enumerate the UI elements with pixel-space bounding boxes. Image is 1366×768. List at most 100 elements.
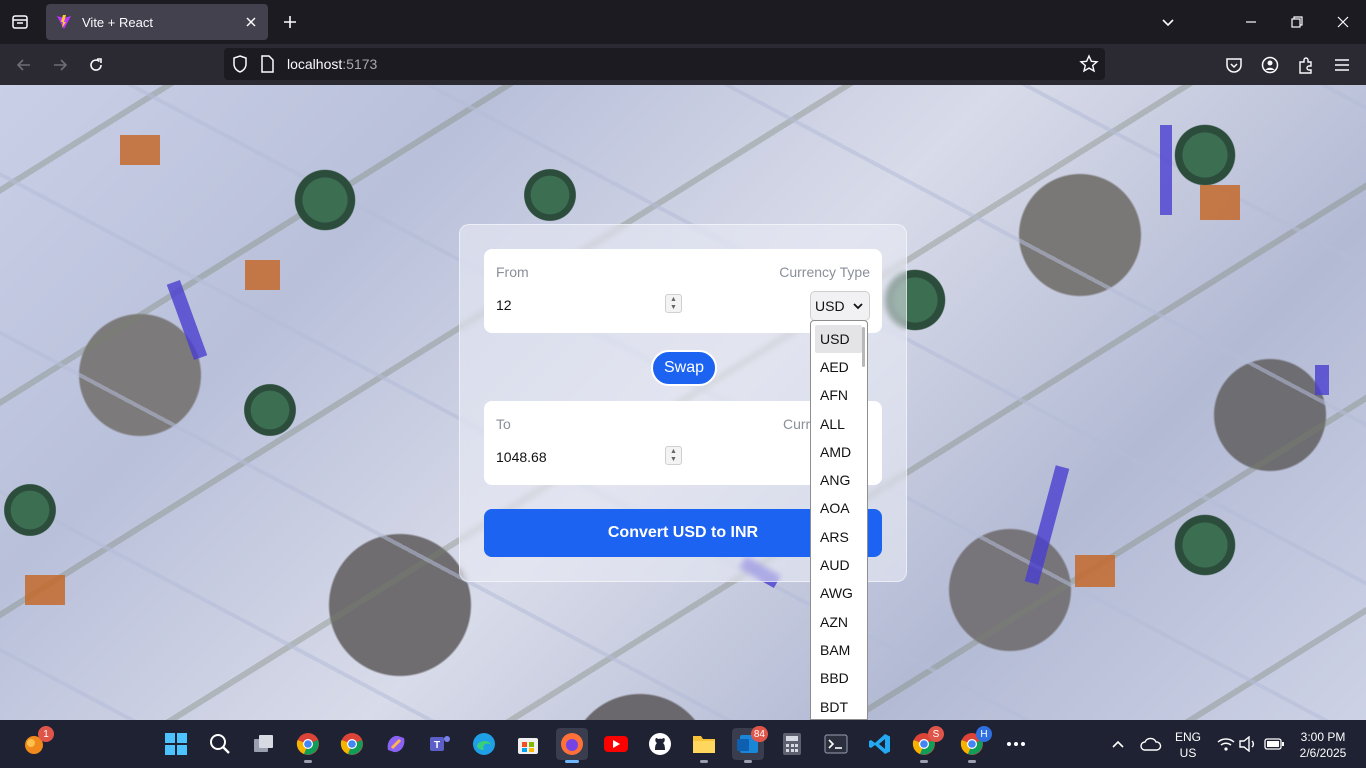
bill-stripe	[1200, 185, 1240, 220]
currency-option[interactable]: AUD	[811, 551, 867, 579]
bill-stripe	[25, 575, 65, 605]
chrome-icon[interactable]	[336, 728, 368, 760]
to-amount-input[interactable]: 1048.68	[496, 449, 547, 465]
tab-list-icon[interactable]	[8, 10, 32, 34]
youtube-icon[interactable]	[600, 728, 632, 760]
tab-overflow-chevron-icon[interactable]	[1154, 8, 1182, 36]
language-code: ENG	[1174, 730, 1201, 744]
swap-button[interactable]: Swap	[651, 350, 717, 386]
task-view-icon[interactable]	[248, 728, 280, 760]
outlook-mail-icon[interactable]: 84	[732, 726, 768, 763]
back-icon[interactable]	[11, 52, 37, 78]
github-icon[interactable]	[644, 728, 676, 760]
calculator-icon[interactable]	[776, 728, 808, 760]
currency-option[interactable]: AZN	[811, 608, 867, 636]
account-icon[interactable]	[1257, 52, 1283, 78]
currency-option[interactable]: ALL	[811, 410, 867, 438]
chevron-down-icon	[853, 299, 863, 316]
from-label: From	[496, 264, 529, 280]
currency-option[interactable]: AOA	[811, 494, 867, 522]
tracking-protection-shield-icon[interactable]	[232, 55, 248, 78]
forward-icon[interactable]	[47, 52, 73, 78]
vscode-icon[interactable]	[864, 728, 896, 760]
chrome-icon[interactable]	[292, 728, 324, 763]
onedrive-icon[interactable]	[1135, 728, 1167, 760]
running-indicator	[920, 760, 928, 763]
currency-option[interactable]: AWG	[811, 579, 867, 607]
currency-option[interactable]: AED	[811, 353, 867, 381]
currency-option[interactable]: AFN	[811, 381, 867, 409]
currency-option[interactable]: USD	[815, 325, 862, 353]
battery-icon[interactable]	[1258, 728, 1290, 760]
chrome-profile-icon[interactable]: S	[908, 726, 944, 763]
bill-stripe	[120, 135, 160, 165]
teams-icon[interactable]: T	[424, 728, 456, 760]
currency-type-label: Currency Type	[779, 264, 870, 280]
active-indicator	[565, 760, 579, 763]
number-spinner-icon[interactable]: ▲ ▼	[665, 446, 682, 465]
chevron-up-icon[interactable]	[1102, 728, 1134, 760]
currency-type-label-partial: Curr	[783, 416, 811, 432]
currency-option[interactable]: ARS	[811, 523, 867, 551]
tab-title: Vite + React	[82, 14, 153, 30]
bill-stripe	[166, 280, 208, 360]
notification-badge: 1	[38, 726, 54, 742]
chrome-profile-icon[interactable]: H	[956, 726, 992, 763]
mail-badge: 84	[750, 726, 768, 742]
running-indicator	[700, 760, 708, 763]
browser-tab[interactable]: Vite + React	[46, 4, 268, 40]
bill-stripe	[1075, 555, 1115, 587]
bookmark-star-icon[interactable]	[1079, 54, 1099, 79]
page-info-icon[interactable]	[260, 55, 274, 78]
reload-icon[interactable]	[83, 52, 109, 78]
currency-option[interactable]: BDT	[811, 693, 867, 719]
address-bar[interactable]: localhost:5173	[224, 48, 1105, 80]
bill-stripe	[245, 260, 280, 290]
new-tab-icon[interactable]	[278, 10, 302, 34]
menu-hamburger-icon[interactable]	[1329, 52, 1355, 78]
currency-option[interactable]: ANG	[811, 466, 867, 494]
currency-option[interactable]: BAM	[811, 636, 867, 664]
clock-date: 2/6/2025	[1299, 746, 1347, 760]
page-content: From Currency Type 12 ▲ ▼ USD Swap To Cur…	[0, 85, 1366, 720]
copilot-icon[interactable]	[380, 728, 412, 760]
from-amount-input[interactable]: 12	[496, 297, 512, 313]
firefox-icon[interactable]	[556, 728, 588, 763]
widgets-icon[interactable]: 1	[18, 726, 54, 760]
running-indicator	[968, 760, 976, 763]
close-window-icon[interactable]	[1329, 8, 1357, 36]
currency-option[interactable]: BBD	[811, 664, 867, 692]
from-currency-select[interactable]: USD	[810, 291, 870, 321]
keyboard-layout: US	[1179, 746, 1197, 760]
running-indicator	[304, 760, 312, 763]
close-tab-icon[interactable]	[242, 13, 260, 31]
start-windows-icon[interactable]	[160, 728, 192, 760]
currency-option[interactable]: AMD	[811, 438, 867, 466]
profile-badge: S	[928, 726, 944, 742]
bill-seal	[0, 480, 60, 540]
edge-icon[interactable]	[468, 728, 500, 760]
number-spinner-icon[interactable]: ▲ ▼	[665, 294, 682, 313]
clock-time: 3:00 PM	[1300, 730, 1346, 744]
browser-nav-bar: localhost:5173	[0, 44, 1366, 85]
more-apps-icon[interactable]	[1000, 728, 1032, 760]
bill-seal	[290, 165, 360, 235]
profile-badge: H	[976, 726, 992, 742]
language-indicator[interactable]: ENG US	[1168, 729, 1208, 761]
bill-seal	[240, 380, 300, 440]
dropdown-scrollbar[interactable]	[862, 327, 865, 367]
currency-dropdown-list[interactable]: USD AED AFN ALL AMD ANG AOA ARS AUD AWG …	[810, 320, 868, 720]
bill-seal	[520, 165, 580, 225]
search-icon[interactable]	[204, 728, 236, 760]
terminal-icon[interactable]	[820, 728, 852, 760]
clock[interactable]: 3:00 PM 2/6/2025	[1290, 729, 1356, 761]
file-explorer-icon[interactable]	[688, 728, 720, 763]
pocket-icon[interactable]	[1221, 52, 1247, 78]
bill-stripe	[1315, 365, 1329, 395]
store-icon[interactable]	[512, 728, 544, 760]
browser-tab-bar: Vite + React	[0, 0, 1366, 44]
extensions-icon[interactable]	[1293, 52, 1319, 78]
running-indicator	[744, 760, 752, 763]
minimize-icon[interactable]	[1237, 8, 1265, 36]
restore-icon[interactable]	[1283, 8, 1311, 36]
